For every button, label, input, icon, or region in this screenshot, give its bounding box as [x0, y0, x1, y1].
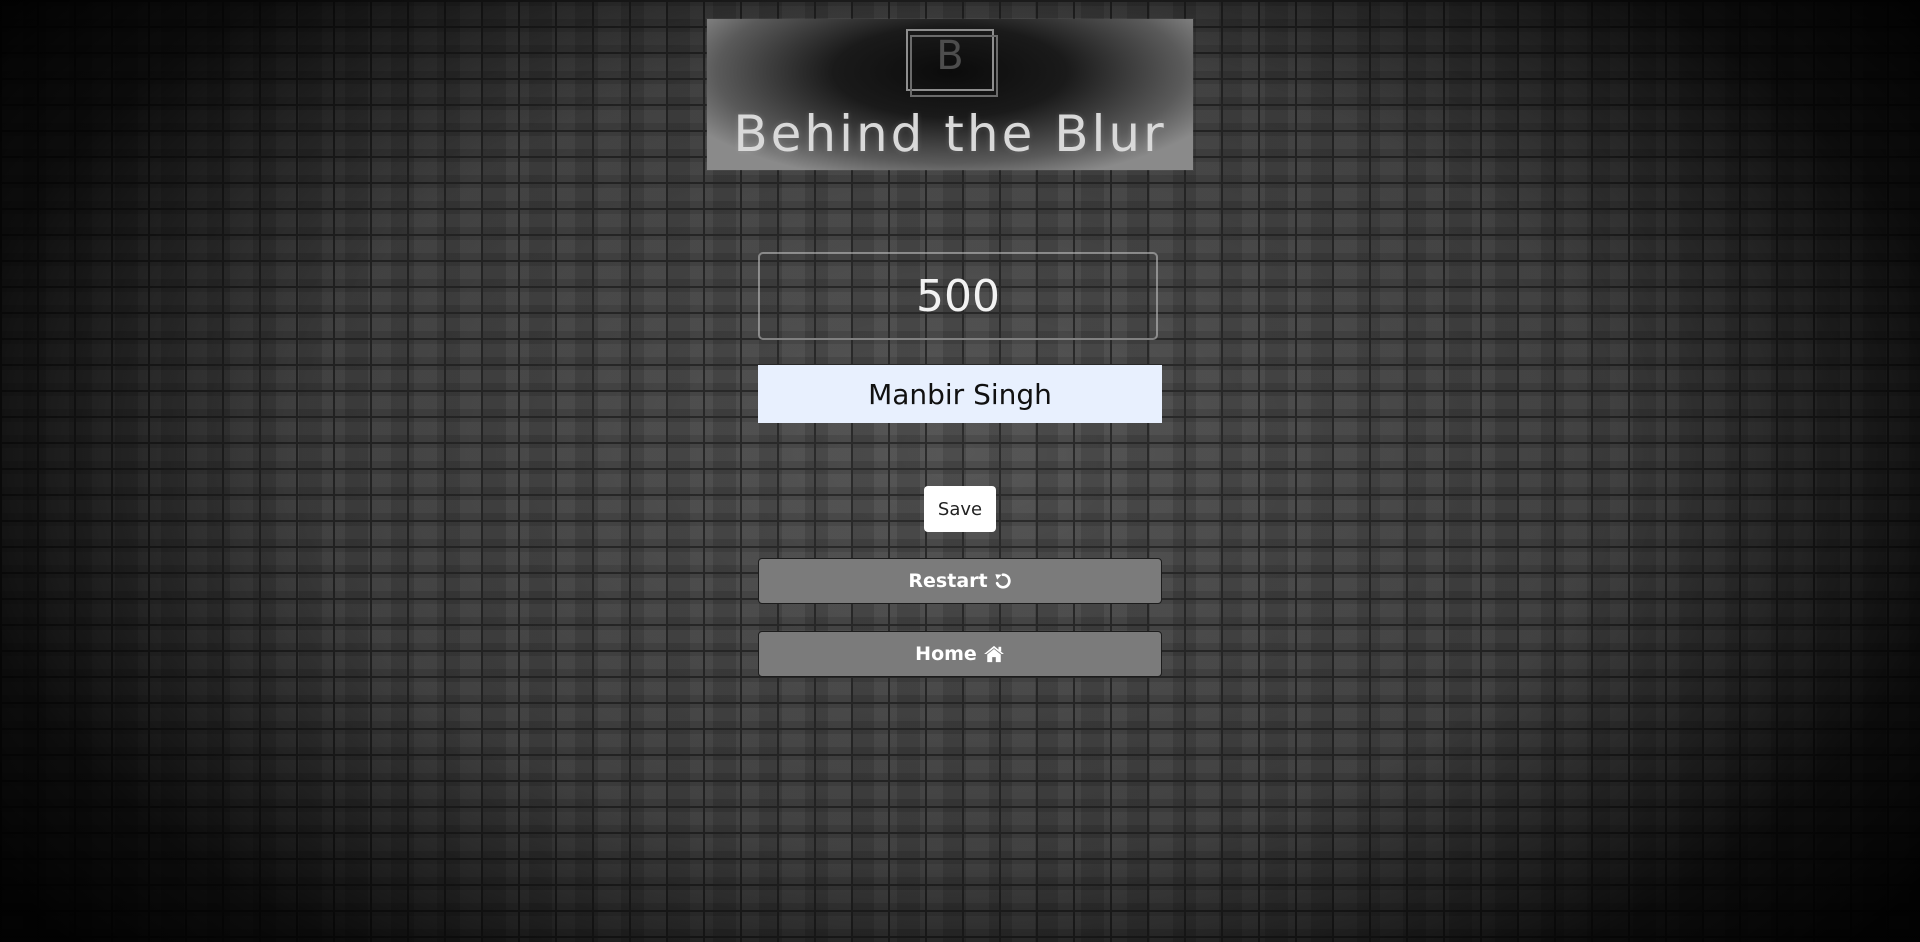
logo: B Behind the Blur: [707, 19, 1193, 170]
home-button-label: Home: [915, 643, 977, 665]
score-display: 500: [758, 252, 1158, 340]
save-button-label: Save: [937, 498, 983, 520]
home-button[interactable]: Home: [758, 631, 1162, 677]
save-button[interactable]: Save: [924, 486, 996, 532]
logo-letter: B: [936, 33, 964, 79]
player-name-input[interactable]: [758, 365, 1162, 423]
logo-title: Behind the Blur: [733, 105, 1167, 163]
home-icon: [983, 645, 1005, 663]
restart-button-label: Restart: [908, 570, 988, 592]
restart-button[interactable]: Restart: [758, 558, 1162, 604]
logo-mark-icon: B: [904, 27, 998, 97]
undo-icon: [994, 572, 1012, 590]
